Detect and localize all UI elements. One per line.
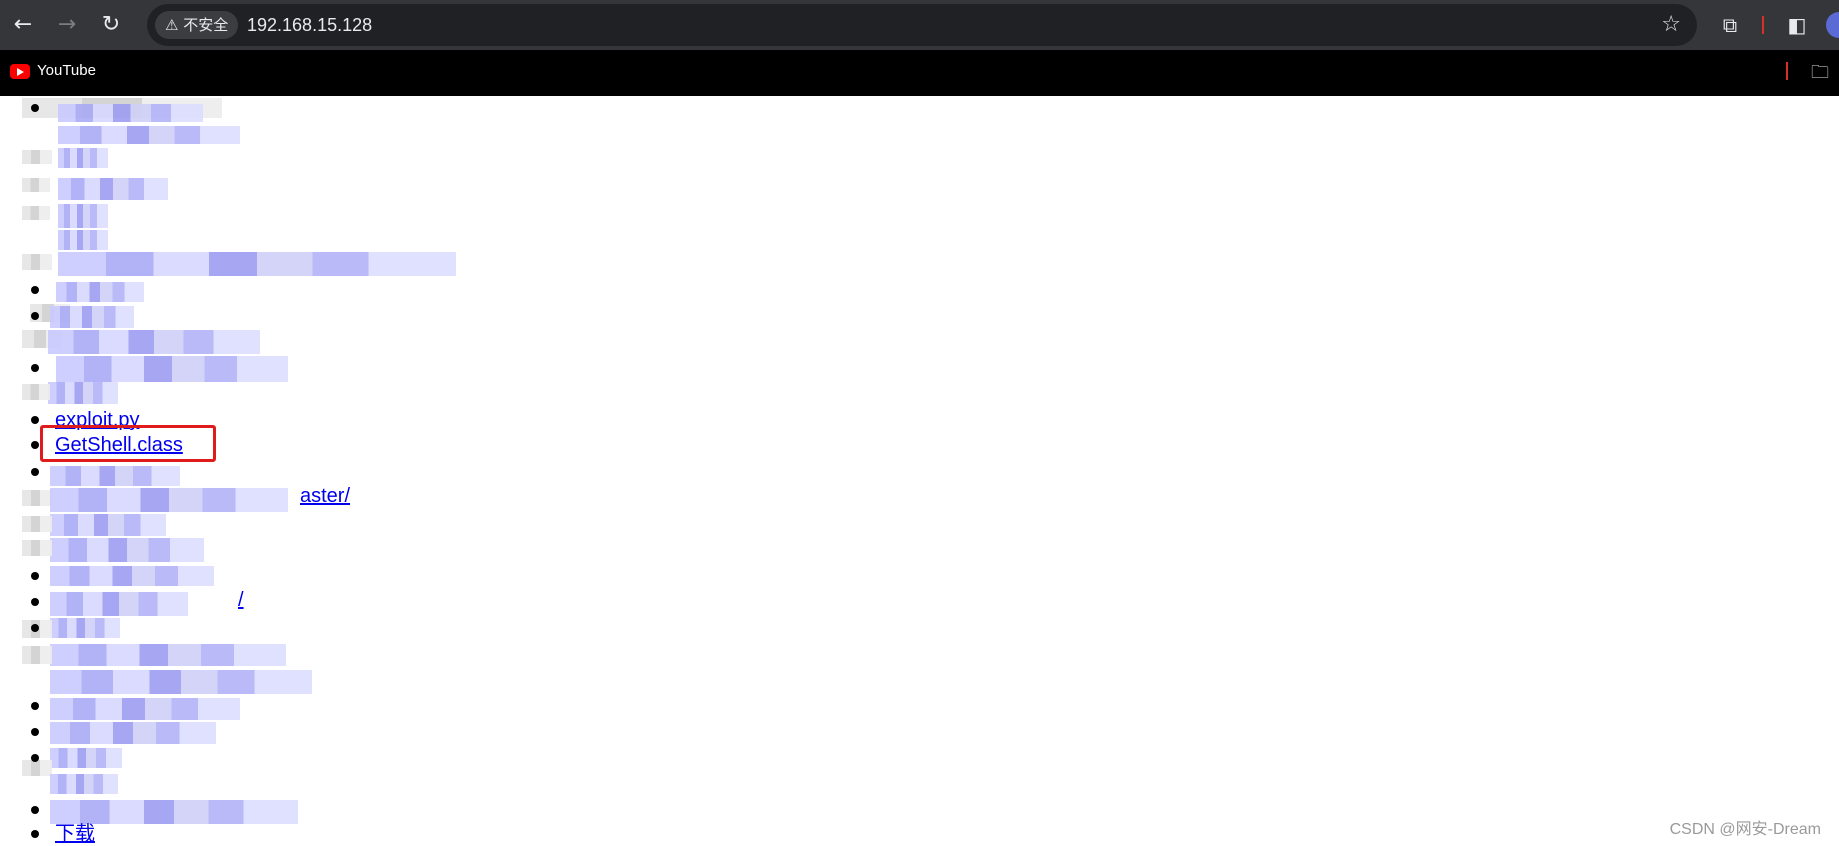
redacted-block (50, 306, 134, 328)
redacted-block (58, 230, 108, 250)
redacted-block (50, 466, 180, 486)
bookmark-star-icon[interactable]: ☆ (1661, 4, 1681, 46)
url-text[interactable]: 192.168.15.128 (247, 4, 372, 46)
redacted-block (50, 774, 118, 794)
list-bullet (31, 830, 39, 838)
redacted-block (22, 150, 52, 164)
redacted-block (56, 282, 144, 302)
security-warning-chip[interactable]: ⚠ 不安全 (155, 11, 239, 39)
redacted-block (58, 104, 203, 122)
redacted-block (50, 592, 188, 616)
list-bullet (31, 728, 39, 736)
list-bullet (31, 468, 39, 476)
redacted-block (50, 566, 214, 586)
reload-icon[interactable]: ↻ (96, 10, 126, 40)
list-bullet (31, 572, 39, 580)
separator (1762, 16, 1764, 34)
redacted-block (50, 670, 312, 694)
list-bullet (31, 416, 39, 424)
folder-icon[interactable]: 🗀 (1808, 60, 1832, 84)
redacted-block (58, 126, 240, 144)
watermark: CSDN @网安-Dream (1669, 821, 1821, 838)
bookmark-youtube[interactable]: YouTube (37, 62, 96, 79)
redacted-block (48, 330, 260, 354)
browser-toolbar: ← → ↻ ⚠ 不安全 192.168.15.128 ☆ ⧉ ◧ (0, 0, 1839, 50)
redacted-block (22, 206, 50, 220)
redacted-block (22, 254, 52, 270)
list-bullet (31, 286, 39, 294)
youtube-icon (10, 64, 30, 79)
redacted-block (50, 722, 216, 744)
redacted-block (22, 540, 52, 556)
list-bullet (31, 754, 39, 762)
file-link-download[interactable]: 下载 (55, 822, 95, 846)
list-bullet (31, 104, 39, 112)
redacted-block (50, 488, 288, 512)
back-icon[interactable]: ← (8, 10, 38, 40)
redacted-block (22, 490, 52, 506)
redacted-block (56, 356, 288, 382)
redacted-block (50, 618, 120, 638)
folder-link[interactable]: / (238, 588, 244, 612)
redacted-block (50, 538, 204, 562)
redacted-block (22, 646, 52, 664)
list-bullet (31, 598, 39, 606)
redacted-block (50, 698, 240, 720)
redacted-block (50, 514, 166, 536)
forward-icon[interactable]: → (52, 10, 82, 40)
list-bullet (31, 806, 39, 814)
extensions-icon[interactable]: ⧉ (1715, 10, 1745, 40)
redacted-block (22, 760, 52, 776)
list-bullet (31, 624, 39, 632)
separator (1786, 62, 1788, 80)
redacted-block (50, 644, 286, 666)
address-bar[interactable]: ⚠ 不安全 192.168.15.128 ☆ (147, 4, 1697, 46)
list-bullet (31, 702, 39, 710)
redacted-block (58, 178, 168, 200)
list-bullet (31, 312, 39, 320)
redacted-block (58, 252, 456, 276)
side-panel-icon[interactable]: ◧ (1782, 10, 1812, 40)
redacted-block (50, 748, 122, 768)
redacted-block (48, 382, 118, 404)
annotation-highlight-box (40, 425, 216, 462)
list-bullet (31, 364, 39, 372)
redacted-block (22, 516, 52, 532)
list-bullet (31, 441, 39, 449)
folder-link-aster[interactable]: aster/ (300, 484, 350, 508)
redacted-block (22, 178, 50, 192)
redacted-block (58, 148, 108, 168)
redacted-block (50, 800, 298, 824)
redacted-block (22, 384, 50, 400)
bookmarks-bar (0, 50, 1839, 96)
profile-avatar[interactable] (1826, 12, 1839, 38)
redacted-block (58, 204, 108, 228)
